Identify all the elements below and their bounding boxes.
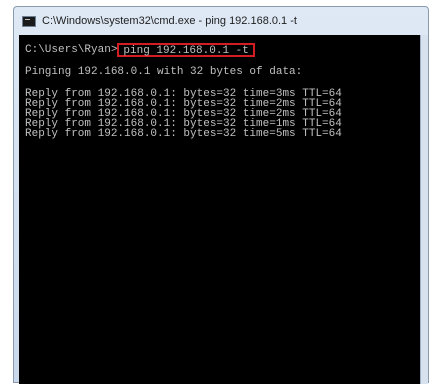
prompt: C:\Users\Ryan> [25,44,118,56]
vertical-scrollbar[interactable] [420,35,428,384]
cmd-icon [22,15,36,27]
pinging-line: Pinging 192.168.0.1 with 32 bytes of dat… [25,66,303,78]
window-title: C:\Windows\system32\cmd.exe - ping 192.1… [42,15,297,27]
reply-line: Reply from 192.168.0.1: bytes=32 time=5m… [25,128,342,140]
title-bar[interactable]: C:\Windows\system32\cmd.exe - ping 192.1… [14,7,428,35]
command-line: C:\Users\Ryan> ping 192.168.0.1 -t [25,43,422,57]
highlighted-command: ping 192.168.0.1 -t [117,43,255,57]
console-output[interactable]: C:\Users\Ryan> ping 192.168.0.1 -t Pingi… [19,35,422,384]
cmd-window: C:\Windows\system32\cmd.exe - ping 192.1… [13,6,429,384]
